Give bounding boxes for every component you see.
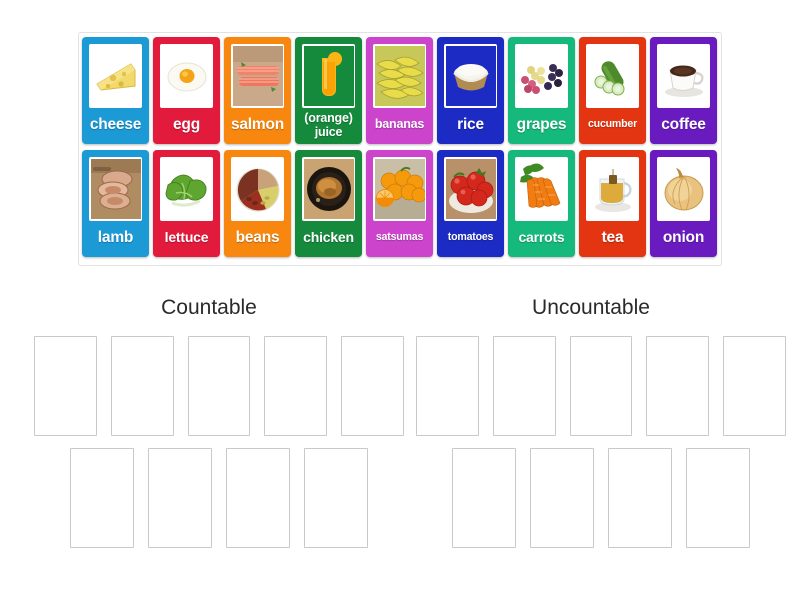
onion-icon <box>657 157 710 221</box>
drop-zone-uncountable[interactable] <box>396 336 786 576</box>
drop-slot[interactable] <box>646 336 710 436</box>
drop-slot[interactable] <box>569 336 633 436</box>
drop-slot[interactable] <box>264 336 328 436</box>
bananas-icon <box>373 44 426 108</box>
word-card[interactable]: (orange) juice <box>295 37 362 144</box>
lettuce-icon <box>160 157 213 221</box>
drop-slot[interactable] <box>226 448 290 548</box>
drop-zone-countable[interactable] <box>14 336 404 576</box>
satsumas-icon <box>373 157 426 221</box>
word-card[interactable]: satsumas <box>366 150 433 257</box>
drop-slot[interactable] <box>34 336 97 436</box>
word-card-label: cheese <box>89 115 142 133</box>
drop-slot[interactable] <box>148 448 212 548</box>
card-row: lamb lettuce beans chicken satsumas tomatoes c… <box>82 150 718 257</box>
word-card-label: coffee <box>661 115 706 133</box>
word-card-label: tomatoes <box>447 231 494 244</box>
word-card-label: (orange) juice <box>304 110 353 139</box>
beans-plate-icon <box>231 157 284 221</box>
word-card[interactable]: cheese <box>82 37 149 144</box>
tea-cup-icon <box>586 157 639 221</box>
roast-chicken-icon <box>302 157 355 221</box>
cucumber-icon <box>586 44 639 108</box>
word-card-label: bananas <box>374 117 425 132</box>
word-card-label: grapes <box>516 115 567 133</box>
word-card[interactable]: chicken <box>295 150 362 257</box>
slot-row <box>34 336 404 436</box>
word-card[interactable]: onion <box>650 150 717 257</box>
carrots-icon <box>515 157 568 221</box>
word-card[interactable]: cucumber <box>579 37 646 144</box>
word-card-label: cucumber <box>587 118 638 131</box>
fried-egg-icon <box>160 44 213 108</box>
cheese-wedge-icon <box>89 44 142 108</box>
word-card[interactable]: tea <box>579 150 646 257</box>
tomatoes-icon <box>444 157 497 221</box>
slot-row <box>416 336 786 436</box>
word-card-label: satsumas <box>375 231 424 244</box>
word-card-label: carrots <box>518 229 565 246</box>
drop-slot[interactable] <box>416 336 479 436</box>
slot-row <box>452 448 786 548</box>
activity-stage: cheese egg salmon (orange) juice bananas rice g… <box>0 0 800 600</box>
juice-glass-icon <box>302 44 355 108</box>
word-card[interactable]: beans <box>224 150 291 257</box>
drop-slot[interactable] <box>723 336 786 436</box>
drop-slot[interactable] <box>608 448 672 548</box>
drop-slot[interactable] <box>686 448 750 548</box>
word-card-label: lettuce <box>164 229 209 246</box>
word-card-label: beans <box>235 228 280 246</box>
word-card-tray: cheese egg salmon (orange) juice bananas rice g… <box>78 32 722 266</box>
word-card[interactable]: lamb <box>82 150 149 257</box>
drop-slot[interactable] <box>341 336 404 436</box>
drop-slot[interactable] <box>452 448 516 548</box>
word-card-label: rice <box>457 115 484 133</box>
word-card[interactable]: coffee <box>650 37 717 144</box>
drop-slot[interactable] <box>304 448 368 548</box>
lamb-meat-icon <box>89 157 142 221</box>
coffee-cup-icon <box>657 44 710 108</box>
word-card-label: salmon <box>230 115 285 133</box>
drop-slot[interactable] <box>492 336 556 436</box>
group-title-countable: Countable <box>161 296 257 319</box>
word-card[interactable]: rice <box>437 37 504 144</box>
group-title-uncountable: Uncountable <box>532 296 650 319</box>
word-card[interactable]: carrots <box>508 150 575 257</box>
grapes-icon <box>515 44 568 108</box>
drop-slot[interactable] <box>70 448 134 548</box>
word-card[interactable]: salmon <box>224 37 291 144</box>
card-row: cheese egg salmon (orange) juice bananas rice g… <box>82 37 718 144</box>
word-card[interactable]: grapes <box>508 37 575 144</box>
slot-row <box>70 448 404 548</box>
word-card-label: onion <box>662 228 705 246</box>
word-card-label: tea <box>601 228 624 246</box>
drop-slot[interactable] <box>110 336 174 436</box>
salmon-fillet-icon <box>231 44 284 108</box>
word-card-label: lamb <box>97 228 134 246</box>
drop-slot[interactable] <box>187 336 251 436</box>
word-card-label: egg <box>173 115 200 133</box>
word-card[interactable]: egg <box>153 37 220 144</box>
word-card-label: chicken <box>303 229 354 246</box>
word-card[interactable]: bananas <box>366 37 433 144</box>
word-card[interactable]: tomatoes <box>437 150 504 257</box>
word-card[interactable]: lettuce <box>153 150 220 257</box>
drop-slot[interactable] <box>530 448 594 548</box>
rice-bowl-icon <box>444 44 497 108</box>
